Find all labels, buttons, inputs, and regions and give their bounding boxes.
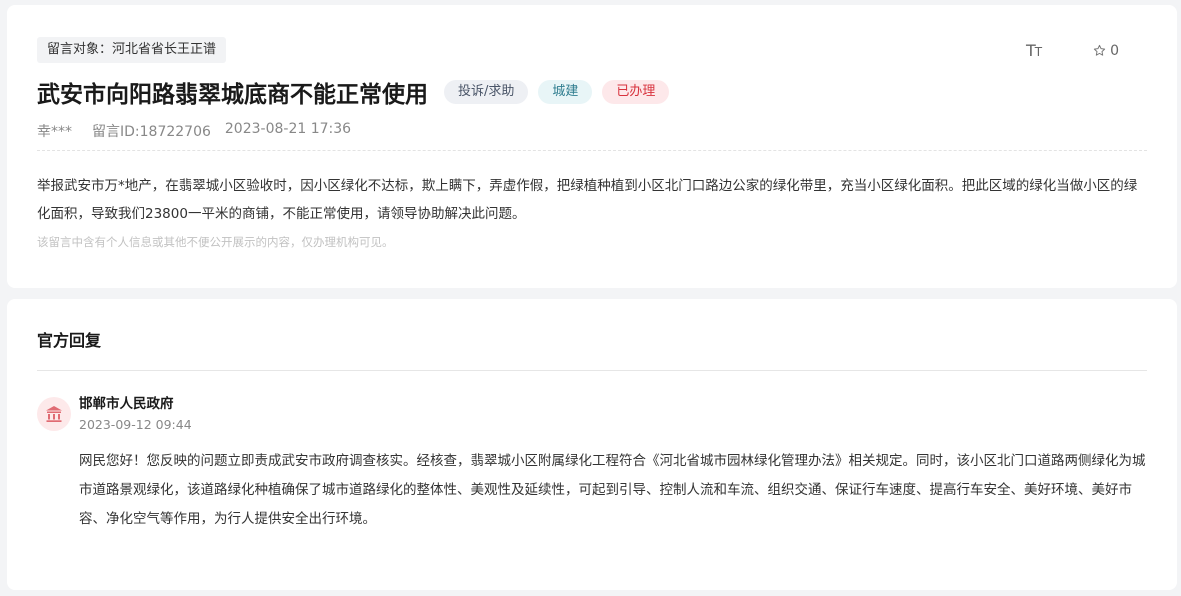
category-badge: 投诉/求助 bbox=[444, 80, 529, 104]
message-target-tag: 留言对象：河北省省长王正谱 bbox=[37, 37, 227, 63]
message-card: 留言对象：河北省省长王正谱 TT 0 武安市向阳路翡翠城底商不能正常使用 投诉/… bbox=[7, 5, 1177, 288]
toolbar: TT 0 bbox=[1026, 41, 1119, 60]
responder: 邯郸市人民政府 2023-09-12 09:44 bbox=[37, 395, 192, 433]
divider bbox=[37, 150, 1147, 151]
status-badge: 已办理 bbox=[602, 80, 670, 104]
favorite-button[interactable]: 0 bbox=[1093, 43, 1119, 59]
responder-name: 邯郸市人民政府 bbox=[79, 396, 174, 412]
page-title: 武安市向阳路翡翠城底商不能正常使用 bbox=[37, 82, 428, 108]
message-meta: 幸*** 留言ID:18722706 2023-08-21 17:36 bbox=[37, 121, 351, 141]
official-reply-card: 官方回复 邯郸市人民政府 2023-09-12 09:44 网民您好！您反映的问… bbox=[7, 299, 1177, 590]
divider bbox=[37, 370, 1147, 371]
field-badge: 城建 bbox=[538, 80, 593, 104]
government-building-icon bbox=[46, 406, 62, 422]
section-title: 官方回复 bbox=[37, 331, 102, 350]
star-count: 0 bbox=[1110, 42, 1119, 59]
privacy-note: 该留言中含有个人信息或其他不便公开展示的内容，仅办理机构可见。 bbox=[37, 235, 394, 249]
message-content: 举报武安市万*地产，在翡翠城小区验收时，因小区绿化不达标，欺上瞒下，弄虚作假，把… bbox=[37, 178, 1138, 222]
star-icon bbox=[1093, 44, 1106, 56]
title-row: 武安市向阳路翡翠城底商不能正常使用 投诉/求助 城建 已办理 bbox=[37, 75, 670, 109]
avatar bbox=[37, 397, 71, 431]
reply-content: 网民您好！您反映的问题立即责成武安市政府调查核实。经核查，翡翠城小区附属绿化工程… bbox=[79, 453, 1146, 527]
author-name: 幸*** bbox=[37, 124, 72, 140]
message-id: 留言ID:18722706 bbox=[92, 124, 211, 140]
reply-time: 2023-09-12 09:44 bbox=[79, 417, 192, 432]
message-time: 2023-08-21 17:36 bbox=[224, 121, 352, 137]
font-size-icon[interactable]: TT bbox=[1026, 41, 1042, 60]
